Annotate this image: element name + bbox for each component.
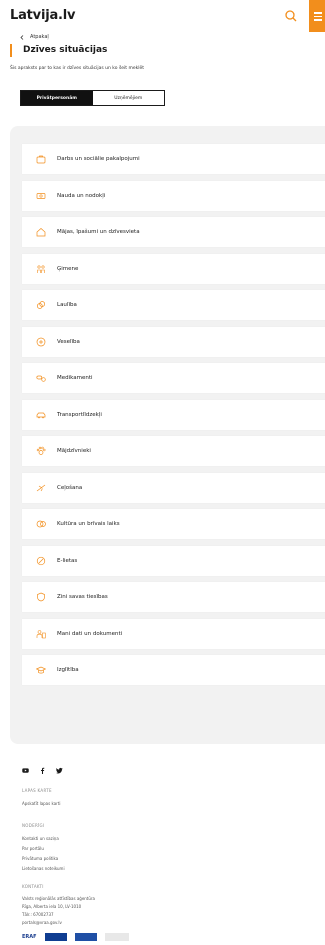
footer-link-contacts[interactable]: Kontakti un saziņa — [22, 836, 59, 841]
situation-label: Medikamenti — [57, 375, 93, 381]
chevron-left-icon — [20, 34, 24, 40]
sitemap-heading: LAPAS KARTE — [22, 788, 52, 793]
contact-org: Valsts reģionālās attīstības aģentūra — [22, 896, 96, 901]
situation-label: Darbs un sociālie pakalpojumi — [57, 156, 140, 162]
culture-icon — [36, 520, 46, 528]
contact-phone: Tālr.: 67002737 — [22, 912, 54, 917]
contact-address: Rīga, Alberta iela 10, LV-1010 — [22, 904, 82, 909]
situation-label: Mājas, īpašumi un dzīvesvieta — [57, 229, 140, 235]
situation-health[interactable]: Veselība — [22, 326, 325, 357]
situations-list: Darbs un sociālie pakalpojumi Nauda un n… — [22, 144, 325, 692]
situation-marriage[interactable]: Laulība — [22, 290, 325, 320]
footer-link-about[interactable]: Par portālu — [22, 846, 44, 851]
situation-label: Ģimene — [57, 265, 79, 272]
shield-icon — [37, 592, 45, 602]
briefcase-icon — [36, 155, 46, 164]
situation-label: Transportlīdzekļi — [57, 411, 102, 418]
family-icon — [37, 264, 45, 273]
situation-label: E-lietas — [57, 557, 78, 564]
contacts-heading: KONTAKTI — [22, 884, 44, 889]
paw-icon — [36, 446, 46, 455]
situation-medicines[interactable]: Medikamenti — [22, 363, 325, 393]
health-icon — [36, 337, 46, 346]
eu-flag-logo — [74, 932, 97, 941]
situation-label: Izglītība — [57, 667, 79, 673]
situation-label: Zini savas tiesības — [57, 594, 108, 600]
page-subtitle: Šis apraksts par to kas ir dzīves situāc… — [10, 66, 145, 71]
money-icon — [36, 192, 46, 199]
situation-family[interactable]: Ģimene — [22, 253, 325, 284]
facebook-icon[interactable] — [39, 767, 46, 774]
situation-label: Veselība — [57, 338, 80, 345]
situation-my-data[interactable]: Mani dati un dokumenti — [22, 618, 325, 649]
footer-link-privacy[interactable]: Privātuma politika — [22, 856, 58, 861]
situation-e-services[interactable]: E-lietas — [22, 545, 325, 576]
situation-money[interactable]: Nauda un nodokļi — [22, 180, 325, 211]
situation-label: Nauda un nodokļi — [57, 192, 106, 199]
sitemap-link[interactable]: Apskatīt lapas karti — [22, 801, 61, 806]
social-links — [22, 767, 63, 774]
useful-heading: NODERĪGI — [22, 823, 45, 828]
situation-work[interactable]: Darbs un sociālie pakalpojumi — [22, 144, 325, 174]
situation-culture[interactable]: Kultūra un brīvais laiks — [22, 509, 325, 539]
house-icon — [36, 228, 46, 237]
page-title: Dzīves situācijas — [23, 45, 108, 55]
menu-button[interactable] — [309, 0, 325, 32]
situation-label: Mājdzīvnieki — [57, 448, 91, 454]
tab-private[interactable]: Privātpersonām — [21, 91, 93, 105]
situation-rights[interactable]: Zini savas tiesības — [22, 582, 325, 612]
situation-pets[interactable]: Mājdzīvnieki — [22, 436, 325, 466]
back-link[interactable]: Atpakaļ — [20, 34, 49, 40]
audience-tabs: Privātpersonām Uzņēmējiem — [20, 90, 165, 106]
situation-travel[interactable]: Ceļošana — [22, 472, 325, 503]
graduation-icon — [36, 666, 46, 674]
eu-fund-text-logo — [104, 932, 129, 941]
pills-icon — [36, 375, 46, 382]
situation-label: Ceļošana — [57, 484, 83, 491]
latvia-funding-logo — [44, 932, 67, 941]
plane-icon — [36, 484, 46, 491]
contact-email[interactable]: portals@vraa.gov.lv — [22, 920, 62, 925]
youtube-icon[interactable] — [22, 767, 29, 774]
situation-education[interactable]: Izglītība — [22, 655, 325, 685]
twitter-icon[interactable] — [56, 767, 63, 774]
site-header: Latvija.lv — [0, 0, 325, 32]
situation-housing[interactable]: Mājas, īpašumi un dzīvesvieta — [22, 217, 325, 247]
rings-icon — [36, 301, 46, 309]
situation-label: Kultūra un brīvais laiks — [57, 521, 120, 527]
eraf-logo: ERAF — [22, 933, 37, 940]
back-link-label: Atpakaļ — [30, 34, 49, 40]
situation-vehicles[interactable]: Transportlīdzekļi — [22, 399, 325, 430]
car-icon — [36, 412, 46, 418]
partner-logos: ERAF — [22, 932, 129, 941]
site-logo[interactable]: Latvija.lv — [10, 8, 76, 23]
documents-icon — [36, 629, 46, 638]
situation-label: Laulība — [57, 302, 77, 308]
footer-link-terms[interactable]: Lietošanas noteikumi — [22, 866, 65, 871]
page-title-wrap: Dzīves situācijas — [10, 44, 107, 57]
e-services-icon — [36, 556, 46, 565]
tab-business[interactable]: Uzņēmējiem — [92, 91, 164, 105]
search-button[interactable] — [283, 8, 299, 24]
menu-icon — [314, 12, 322, 14]
situation-label: Mani dati un dokumenti — [57, 630, 123, 637]
search-icon — [285, 10, 297, 22]
